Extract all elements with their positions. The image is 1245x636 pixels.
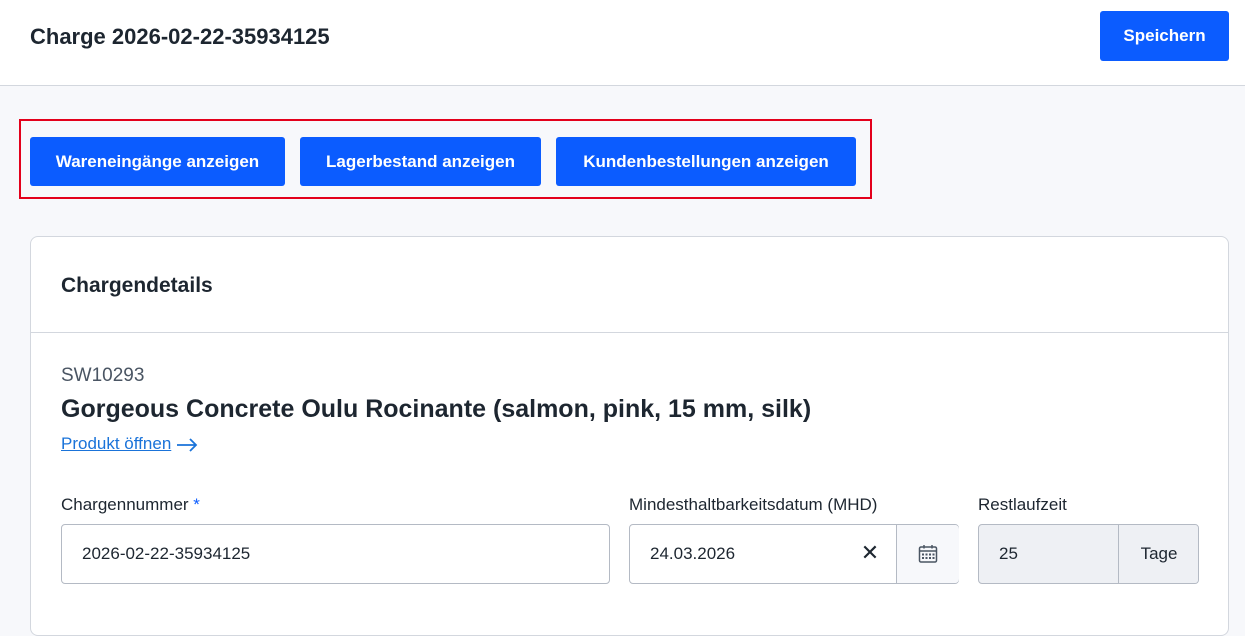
remaining-shelf-life-unit: Tage: [1118, 525, 1198, 583]
required-marker: *: [193, 495, 200, 514]
batch-number-label-text: Chargennummer: [61, 495, 189, 514]
arrow-right-icon: [176, 437, 198, 452]
product-sku: SW10293: [61, 365, 145, 386]
show-goods-receipts-button[interactable]: Wareneingänge anzeigen: [30, 137, 285, 186]
remaining-shelf-life-label: Restlaufzeit: [978, 495, 1067, 514]
save-button[interactable]: Speichern: [1100, 11, 1229, 61]
card-header: Chargendetails: [31, 237, 1228, 333]
page-title: Charge 2026-02-22-35934125: [30, 24, 330, 49]
card-title: Chargendetails: [61, 274, 213, 297]
best-before-date-field[interactable]: 24.03.2026 ✕: [629, 524, 959, 584]
product-name: Gorgeous Concrete Oulu Rocinante (salmon…: [61, 395, 812, 423]
clear-date-icon[interactable]: ✕: [858, 541, 882, 565]
remaining-shelf-life-value: 25: [999, 544, 1018, 563]
batch-details-card: Chargendetails SW10293 Gorgeous Concrete…: [30, 236, 1229, 636]
remaining-shelf-life-field: 25 Tage: [978, 524, 1199, 584]
open-product-link[interactable]: Produkt öffnen: [61, 434, 198, 454]
show-customer-orders-button[interactable]: Kundenbestellungen anzeigen: [556, 137, 856, 186]
top-bar: Charge 2026-02-22-35934125 Speichern: [0, 0, 1245, 86]
best-before-date-value: 24.03.2026: [650, 544, 736, 563]
calendar-button[interactable]: [896, 525, 959, 583]
show-stock-button[interactable]: Lagerbestand anzeigen: [300, 137, 541, 186]
calendar-icon: [918, 545, 938, 563]
open-product-link-label: Produkt öffnen: [61, 434, 172, 453]
batch-number-input[interactable]: [61, 524, 610, 584]
best-before-label: Mindesthaltbarkeitsdatum (MHD): [629, 495, 878, 514]
batch-number-label: Chargennummer *: [61, 495, 200, 515]
